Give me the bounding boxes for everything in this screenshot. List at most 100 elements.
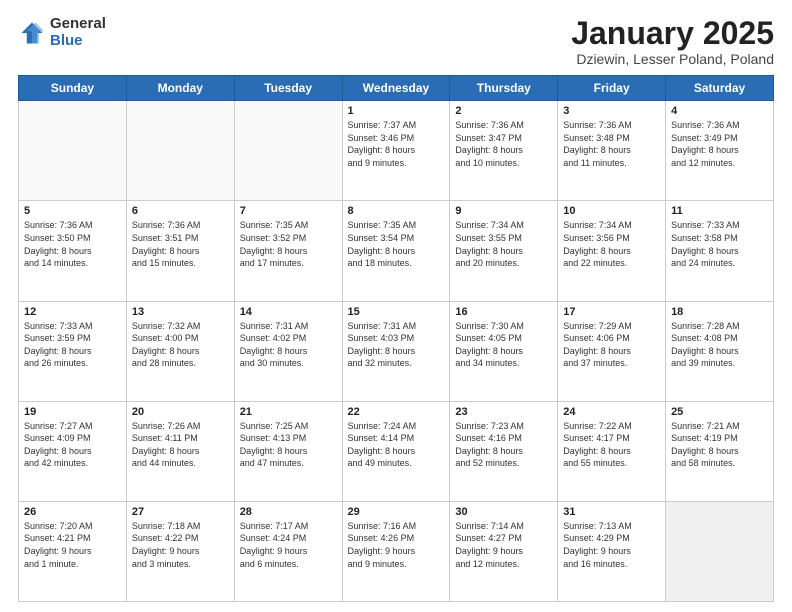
logo: General Blue — [18, 16, 106, 49]
day-cell: 18Sunrise: 7:28 AMSunset: 4:08 PMDayligh… — [666, 301, 774, 401]
day-cell: 13 Sunrise: 7:32 AMSunset: 4:00 PMDayligh… — [126, 301, 234, 401]
weekday-header-wednesday: Wednesday — [342, 76, 450, 101]
day-number: 4 — [671, 105, 768, 117]
day-info: Sunrise: 7:34 AMSunset: 3:55 PMDaylight:… — [455, 219, 552, 269]
day-number: 13 — [132, 306, 229, 318]
day-info: Sunrise: 7:17 AMSunset: 4:24 PMDaylight:… — [240, 520, 337, 570]
day-cell: 14 Sunrise: 7:31 AMSunset: 4:02 PMDayligh… — [234, 301, 342, 401]
week-row-2: 12Sunrise: 7:33 AMSunset: 3:59 PMDayligh… — [19, 301, 774, 401]
day-cell: 20 Sunrise: 7:26 AMSunset: 4:11 PMDayligh… — [126, 401, 234, 501]
day-number: 23 — [455, 406, 552, 418]
title-month: January 2025 — [571, 16, 774, 51]
day-number: 17 — [563, 306, 660, 318]
calendar-page: General Blue January 2025 Dziewin, Lesse… — [0, 0, 792, 612]
week-row-0: 1 Sunrise: 7:37 AMSunset: 3:46 PMDaylight… — [19, 101, 774, 201]
day-cell: 23 Sunrise: 7:23 AMSunset: 4:16 PMDayligh… — [450, 401, 558, 501]
day-cell: 4 Sunrise: 7:36 AMSunset: 3:49 PMDaylight… — [666, 101, 774, 201]
weekday-header-thursday: Thursday — [450, 76, 558, 101]
day-cell: 10 Sunrise: 7:34 AMSunset: 3:56 PMDayligh… — [558, 201, 666, 301]
calendar-table: SundayMondayTuesdayWednesdayThursdayFrid… — [18, 75, 774, 602]
day-cell: 31Sunrise: 7:13 AMSunset: 4:29 PMDayligh… — [558, 501, 666, 601]
weekday-header-sunday: Sunday — [19, 76, 127, 101]
day-cell: 7 Sunrise: 7:35 AMSunset: 3:52 PMDaylight… — [234, 201, 342, 301]
day-cell: 30Sunrise: 7:14 AMSunset: 4:27 PMDayligh… — [450, 501, 558, 601]
day-info: Sunrise: 7:28 AMSunset: 4:08 PMDaylight:… — [671, 320, 768, 370]
weekday-header-tuesday: Tuesday — [234, 76, 342, 101]
day-cell: 25Sunrise: 7:21 AMSunset: 4:19 PMDayligh… — [666, 401, 774, 501]
day-number: 21 — [240, 406, 337, 418]
day-number: 6 — [132, 205, 229, 217]
day-cell: 24 Sunrise: 7:22 AMSunset: 4:17 PMDayligh… — [558, 401, 666, 501]
day-cell: 2 Sunrise: 7:36 AMSunset: 3:47 PMDaylight… — [450, 101, 558, 201]
day-info: Sunrise: 7:31 AMSunset: 4:03 PMDaylight:… — [348, 320, 445, 370]
day-cell: 29 Sunrise: 7:16 AMSunset: 4:26 PMDayligh… — [342, 501, 450, 601]
day-cell — [666, 501, 774, 601]
day-number: 14 — [240, 306, 337, 318]
day-info: Sunrise: 7:36 AMSunset: 3:51 PMDaylight:… — [132, 219, 229, 269]
day-info: Sunrise: 7:32 AMSunset: 4:00 PMDaylight:… — [132, 320, 229, 370]
day-cell: 19 Sunrise: 7:27 AMSunset: 4:09 PMDayligh… — [19, 401, 127, 501]
day-number: 26 — [24, 506, 121, 518]
day-number: 11 — [671, 205, 768, 217]
day-number: 20 — [132, 406, 229, 418]
day-number: 3 — [563, 105, 660, 117]
day-info: Sunrise: 7:22 AMSunset: 4:17 PMDaylight:… — [563, 420, 660, 470]
day-number: 5 — [24, 205, 121, 217]
day-info: Sunrise: 7:37 AMSunset: 3:46 PMDaylight:… — [348, 119, 445, 169]
logo-text: General Blue — [50, 16, 106, 49]
logo-general: General — [50, 16, 106, 33]
day-info: Sunrise: 7:27 AMSunset: 4:09 PMDaylight:… — [24, 420, 121, 470]
day-cell: 26Sunrise: 7:20 AMSunset: 4:21 PMDayligh… — [19, 501, 127, 601]
day-cell: 16Sunrise: 7:30 AMSunset: 4:05 PMDayligh… — [450, 301, 558, 401]
logo-blue: Blue — [50, 33, 106, 50]
day-cell — [234, 101, 342, 201]
day-number: 15 — [348, 306, 445, 318]
day-info: Sunrise: 7:33 AMSunset: 3:58 PMDaylight:… — [671, 219, 768, 269]
day-info: Sunrise: 7:36 AMSunset: 3:48 PMDaylight:… — [563, 119, 660, 169]
day-number: 7 — [240, 205, 337, 217]
day-cell: 21Sunrise: 7:25 AMSunset: 4:13 PMDayligh… — [234, 401, 342, 501]
day-number: 8 — [348, 205, 445, 217]
weekday-header-monday: Monday — [126, 76, 234, 101]
day-info: Sunrise: 7:36 AMSunset: 3:47 PMDaylight:… — [455, 119, 552, 169]
day-number: 24 — [563, 406, 660, 418]
title-location: Dziewin, Lesser Poland, Poland — [571, 51, 774, 67]
week-row-3: 19 Sunrise: 7:27 AMSunset: 4:09 PMDayligh… — [19, 401, 774, 501]
day-number: 10 — [563, 205, 660, 217]
day-info: Sunrise: 7:21 AMSunset: 4:19 PMDaylight:… — [671, 420, 768, 470]
day-number: 29 — [348, 506, 445, 518]
day-number: 1 — [348, 105, 445, 117]
day-info: Sunrise: 7:29 AMSunset: 4:06 PMDaylight:… — [563, 320, 660, 370]
day-number: 22 — [348, 406, 445, 418]
weekday-header-saturday: Saturday — [666, 76, 774, 101]
weekday-header-friday: Friday — [558, 76, 666, 101]
day-cell: 3 Sunrise: 7:36 AMSunset: 3:48 PMDaylight… — [558, 101, 666, 201]
day-info: Sunrise: 7:26 AMSunset: 4:11 PMDaylight:… — [132, 420, 229, 470]
day-cell: 9Sunrise: 7:34 AMSunset: 3:55 PMDaylight… — [450, 201, 558, 301]
day-cell: 11 Sunrise: 7:33 AMSunset: 3:58 PMDayligh… — [666, 201, 774, 301]
day-cell — [19, 101, 127, 201]
day-cell: 27Sunrise: 7:18 AMSunset: 4:22 PMDayligh… — [126, 501, 234, 601]
week-row-1: 5 Sunrise: 7:36 AMSunset: 3:50 PMDaylight… — [19, 201, 774, 301]
day-number: 19 — [24, 406, 121, 418]
day-info: Sunrise: 7:24 AMSunset: 4:14 PMDaylight:… — [348, 420, 445, 470]
day-number: 28 — [240, 506, 337, 518]
day-info: Sunrise: 7:35 AMSunset: 3:52 PMDaylight:… — [240, 219, 337, 269]
day-info: Sunrise: 7:31 AMSunset: 4:02 PMDaylight:… — [240, 320, 337, 370]
day-info: Sunrise: 7:23 AMSunset: 4:16 PMDaylight:… — [455, 420, 552, 470]
weekday-header-row: SundayMondayTuesdayWednesdayThursdayFrid… — [19, 76, 774, 101]
week-row-4: 26Sunrise: 7:20 AMSunset: 4:21 PMDayligh… — [19, 501, 774, 601]
day-number: 27 — [132, 506, 229, 518]
day-info: Sunrise: 7:36 AMSunset: 3:49 PMDaylight:… — [671, 119, 768, 169]
day-number: 31 — [563, 506, 660, 518]
day-cell: 5 Sunrise: 7:36 AMSunset: 3:50 PMDaylight… — [19, 201, 127, 301]
day-number: 2 — [455, 105, 552, 117]
day-cell: 8Sunrise: 7:35 AMSunset: 3:54 PMDaylight… — [342, 201, 450, 301]
title-block: January 2025 Dziewin, Lesser Poland, Pol… — [571, 16, 774, 67]
day-number: 12 — [24, 306, 121, 318]
day-info: Sunrise: 7:36 AMSunset: 3:50 PMDaylight:… — [24, 219, 121, 269]
day-info: Sunrise: 7:16 AMSunset: 4:26 PMDaylight:… — [348, 520, 445, 570]
day-cell: 28 Sunrise: 7:17 AMSunset: 4:24 PMDayligh… — [234, 501, 342, 601]
day-info: Sunrise: 7:34 AMSunset: 3:56 PMDaylight:… — [563, 219, 660, 269]
day-number: 16 — [455, 306, 552, 318]
